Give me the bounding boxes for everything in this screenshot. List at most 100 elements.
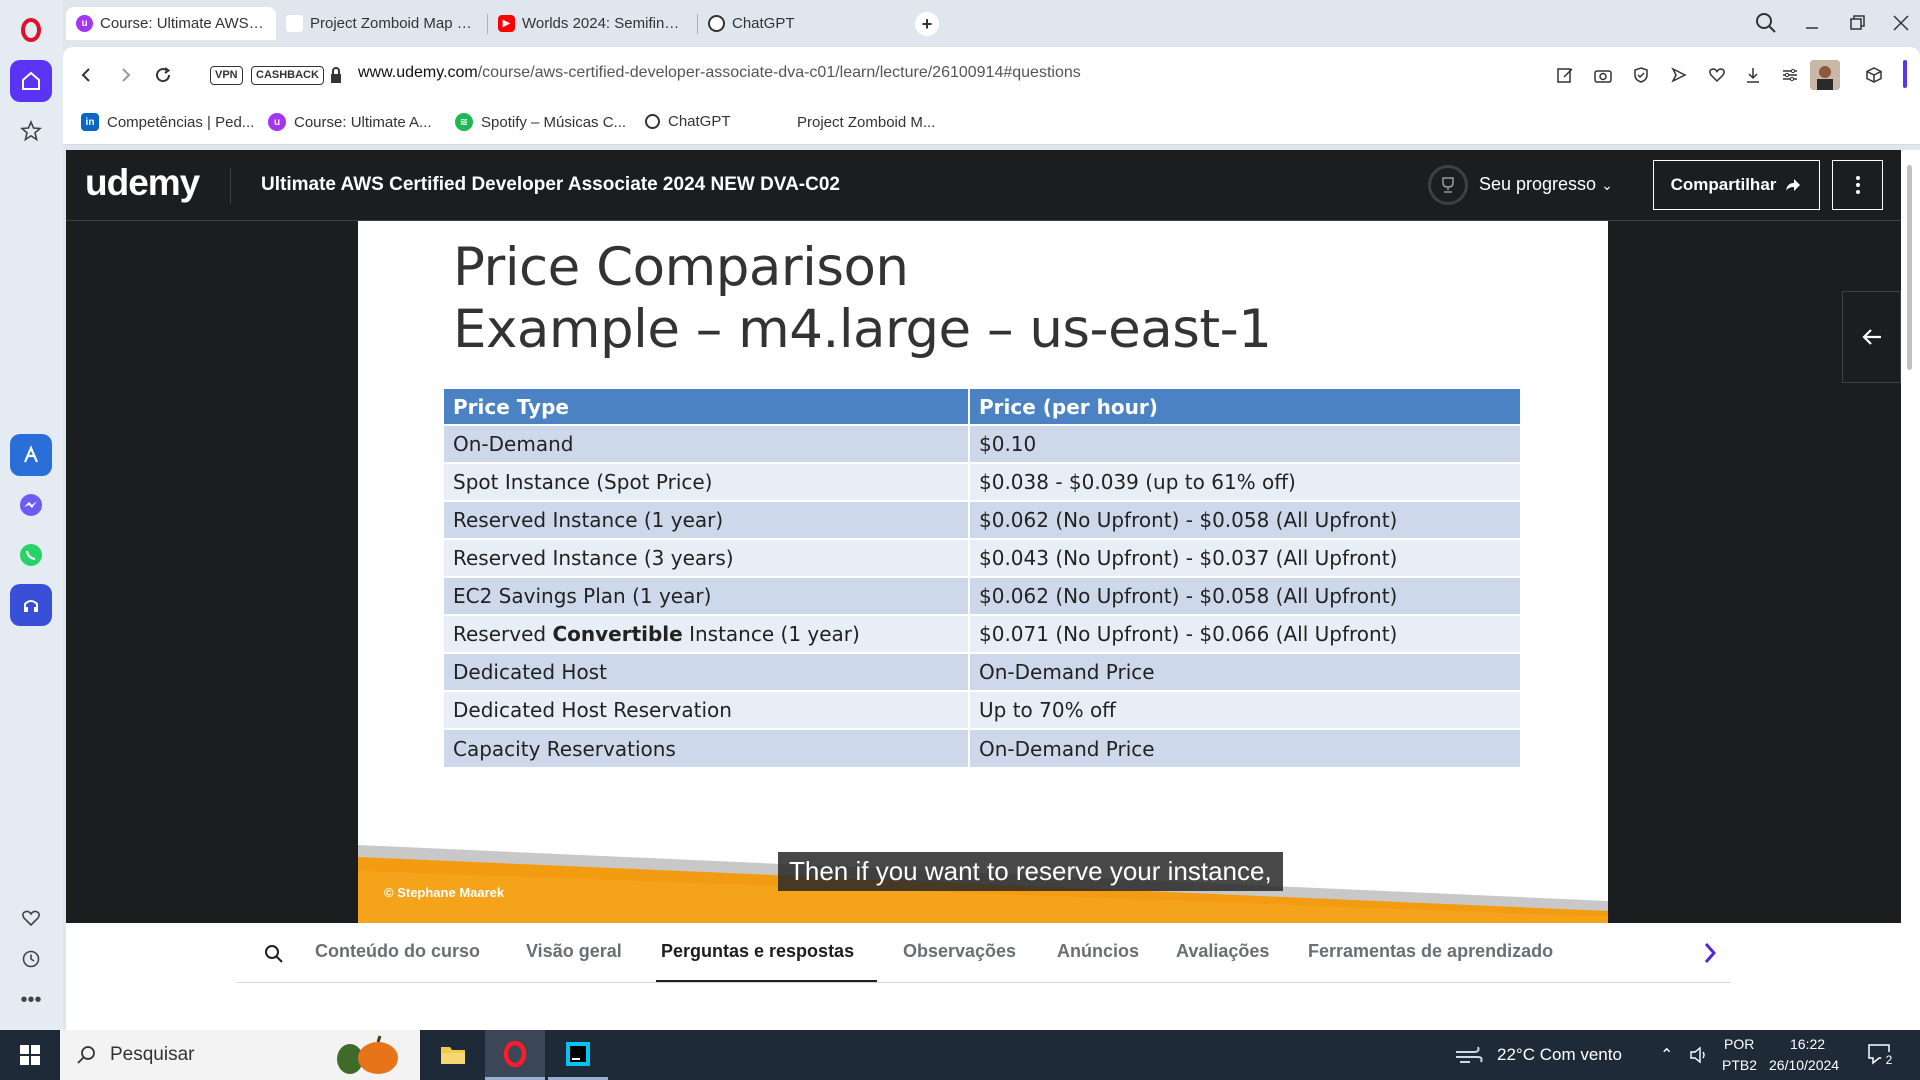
udemy-logo-text: udemy bbox=[85, 162, 200, 203]
table-row: Dedicated Host Reservation Up to 70% off bbox=[444, 690, 1522, 729]
lock-icon[interactable] bbox=[329, 66, 343, 89]
opera-logo-icon[interactable] bbox=[10, 9, 52, 51]
back-icon[interactable] bbox=[73, 61, 101, 89]
weather-text[interactable]: 22°C Com vento bbox=[1497, 1045, 1622, 1065]
tab-title: ChatGPT bbox=[732, 15, 795, 32]
price-cell: On-Demand Price bbox=[969, 728, 1522, 767]
price-type-prefix: Reserved bbox=[453, 622, 553, 646]
table-row: Capacity Reservations On-Demand Price bbox=[444, 728, 1522, 767]
bookmark-label: Course: Ultimate A... bbox=[294, 113, 432, 131]
camera-icon[interactable] bbox=[1589, 61, 1617, 89]
search-icon bbox=[77, 1046, 95, 1064]
shield-check-icon[interactable] bbox=[1627, 61, 1655, 89]
url-host: www.udemy.com bbox=[358, 64, 478, 81]
tab-chatgpt[interactable]: ChatGPT bbox=[698, 7, 908, 40]
download-icon[interactable] bbox=[1739, 61, 1767, 89]
more-menu-button[interactable] bbox=[1832, 160, 1883, 210]
course-header: udemy Ultimate AWS Certified Developer A… bbox=[66, 150, 1901, 221]
notifications-icon[interactable]: 2 bbox=[1867, 1042, 1897, 1071]
opera-taskbar-icon[interactable] bbox=[485, 1030, 545, 1080]
profile-avatar[interactable] bbox=[1810, 60, 1840, 90]
address-bar-row: VPN CASHBACK www.udemy.com/course/aws-ce… bbox=[63, 47, 1920, 103]
table-header-row: Price Type Price (per hour) bbox=[444, 389, 1522, 425]
extensions-cube-icon[interactable] bbox=[1860, 61, 1888, 89]
search-tabs-icon[interactable] bbox=[1753, 10, 1779, 41]
restore-window-icon[interactable] bbox=[1842, 10, 1872, 36]
udemy-logo[interactable]: udemy bbox=[85, 162, 200, 204]
clock-time[interactable]: 16:22 bbox=[1790, 1036, 1825, 1052]
edit-page-icon[interactable] bbox=[1551, 61, 1579, 89]
easy-setup-icon[interactable] bbox=[1776, 61, 1804, 89]
vpn-badge[interactable]: VPN bbox=[210, 66, 243, 85]
heart-outline-icon[interactable] bbox=[1703, 61, 1731, 89]
blank-page-icon bbox=[771, 113, 789, 131]
bookmark-linkedin[interactable]: in Competências | Ped... bbox=[81, 113, 254, 131]
taskbar-search[interactable]: Pesquisar bbox=[60, 1030, 420, 1080]
tab-course-content[interactable]: Conteúdo do curso bbox=[315, 941, 480, 962]
bookmarks-bar: in Competências | Ped... u Course: Ultim… bbox=[63, 103, 1920, 145]
keyboard-layout[interactable]: PTB2 bbox=[1722, 1057, 1757, 1073]
chevron-up-icon[interactable]: ⌃ bbox=[1660, 1045, 1673, 1065]
sidebar-toggle-indicator[interactable] bbox=[1903, 60, 1907, 88]
history-icon[interactable] bbox=[10, 938, 52, 980]
messenger-icon[interactable] bbox=[10, 484, 52, 526]
column-header: Price Type bbox=[444, 389, 970, 425]
more-options-icon[interactable]: ••• bbox=[10, 979, 52, 1021]
price-type-cell: EC2 Savings Plan (1 year) bbox=[444, 576, 970, 615]
home-icon[interactable] bbox=[10, 60, 52, 102]
page-scrollbar[interactable] bbox=[1901, 150, 1920, 1030]
progress-dropdown[interactable]: Seu progresso ⌄ bbox=[1479, 174, 1613, 195]
heart-icon[interactable] bbox=[10, 897, 52, 939]
price-type-cell: Dedicated Host Reservation bbox=[444, 690, 970, 729]
clock-date[interactable]: 26/10/2024 bbox=[1769, 1057, 1839, 1073]
whatsapp-icon[interactable] bbox=[10, 534, 52, 576]
reload-icon[interactable] bbox=[149, 61, 177, 89]
chevron-right-icon[interactable] bbox=[1702, 941, 1718, 970]
send-icon[interactable] bbox=[1665, 61, 1693, 89]
tab-project-zomboid[interactable]: Project Zomboid Map Pro bbox=[276, 7, 486, 40]
share-button[interactable]: Compartilhar bbox=[1653, 160, 1820, 210]
forward-icon[interactable] bbox=[111, 61, 139, 89]
star-icon[interactable] bbox=[10, 110, 52, 152]
cashback-badge[interactable]: CASHBACK bbox=[251, 66, 324, 85]
video-player[interactable]: Price Comparison Example – m4.large – us… bbox=[66, 221, 1901, 923]
table-row: Reserved Instance (3 years) $0.043 (No U… bbox=[444, 538, 1522, 577]
weather-wind-icon[interactable] bbox=[1454, 1043, 1484, 1072]
tab-worlds-2024[interactable]: ▶ Worlds 2024: Semifinal (D bbox=[488, 7, 696, 40]
table-row: EC2 Savings Plan (1 year) $0.062 (No Upf… bbox=[444, 576, 1522, 615]
tab-reviews[interactable]: Avaliações bbox=[1176, 941, 1269, 962]
bookmark-chatgpt[interactable]: ChatGPT bbox=[645, 113, 731, 130]
music-player-icon[interactable] bbox=[10, 584, 52, 626]
bookmark-udemy-course[interactable]: u Course: Ultimate A... bbox=[268, 113, 432, 131]
tab-questions-answers[interactable]: Perguntas e respostas bbox=[661, 941, 854, 962]
webstorm-icon[interactable] bbox=[548, 1030, 608, 1080]
progress-trophy-icon[interactable] bbox=[1428, 165, 1468, 205]
bookmark-spotify[interactable]: ≋ Spotify – Músicas C... bbox=[455, 113, 626, 131]
language-code[interactable]: POR bbox=[1724, 1036, 1754, 1052]
windows-start-icon[interactable] bbox=[0, 1030, 60, 1080]
close-window-icon[interactable] bbox=[1886, 10, 1916, 36]
scrollbar-thumb[interactable] bbox=[1907, 165, 1912, 370]
price-cell: On-Demand Price bbox=[969, 652, 1522, 691]
price-type-suffix: Instance (1 year) bbox=[682, 622, 860, 646]
bookmark-project-zomboid[interactable]: Project Zomboid M... bbox=[771, 113, 935, 131]
minimize-icon[interactable] bbox=[1797, 10, 1827, 36]
aria-icon[interactable] bbox=[10, 434, 52, 476]
url-field[interactable]: www.udemy.com/course/aws-certified-devel… bbox=[358, 64, 1081, 82]
sidebar-expand-button[interactable] bbox=[1842, 291, 1901, 383]
tab-title: Worlds 2024: Semifinal (D bbox=[522, 15, 686, 32]
volume-icon[interactable] bbox=[1689, 1046, 1709, 1069]
course-title[interactable]: Ultimate AWS Certified Developer Associa… bbox=[261, 174, 840, 196]
search-icon[interactable] bbox=[263, 943, 285, 970]
tab-announcements[interactable]: Anúncios bbox=[1057, 941, 1139, 962]
bookmark-label: ChatGPT bbox=[668, 113, 731, 130]
tab-overview[interactable]: Visão geral bbox=[526, 941, 622, 962]
tab-udemy-course[interactable]: u Course: Ultimate AWS Cer bbox=[66, 7, 276, 40]
file-explorer-icon[interactable] bbox=[423, 1030, 483, 1080]
table-row: On-Demand $0.10 bbox=[444, 424, 1522, 463]
tab-notes[interactable]: Observações bbox=[903, 941, 1016, 962]
price-type-cell: Reserved Convertible Instance (1 year) bbox=[444, 614, 970, 653]
price-type-cell: On-Demand bbox=[444, 424, 970, 463]
new-tab-plus-icon[interactable]: + bbox=[915, 12, 939, 36]
tab-learning-tools[interactable]: Ferramentas de aprendizado bbox=[1308, 941, 1553, 962]
